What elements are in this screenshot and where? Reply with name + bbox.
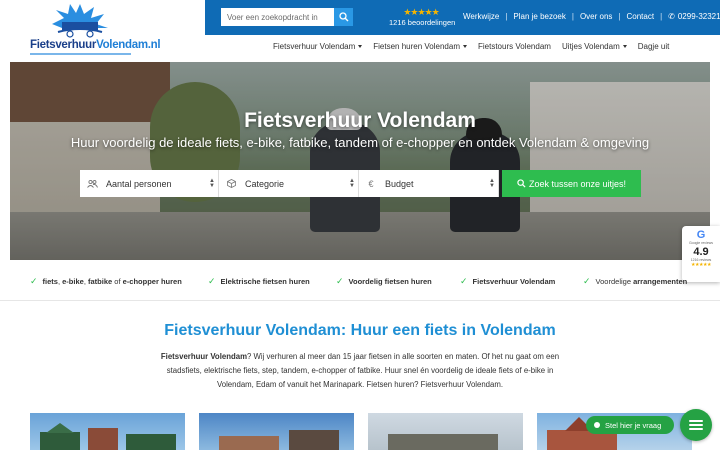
check-icon: ✓ [336,276,344,286]
select-aantal-personen[interactable]: Aantal personen ▲ ▼ [80,170,219,197]
cta-label: Zoek tussen onze uitjes! [528,178,627,189]
intro-text: Fietsverhuur Volendam? Wij verhuren al m… [150,350,570,392]
nav-label: Fietsen huren Volendam [373,42,460,51]
chat-open-button[interactable] [680,409,712,441]
select-budget[interactable]: € Budget ▲ ▼ [359,170,499,197]
filter-bar: Aantal personen ▲ ▼ Categorie ▲ ▼ € Budget… [80,170,499,197]
main-nav: Fietsverhuur Volendam Fietsen huren Vole… [273,42,680,51]
phone-icon: ✆ [668,12,675,21]
select-categorie[interactable]: Categorie ▲ ▼ [219,170,359,197]
rating-widget[interactable]: ★★★★★ 1216 beoordelingen [389,7,456,27]
logo[interactable]: FietsverhuurVolendam.nl [0,0,205,62]
card-house [40,432,80,450]
nav-label: Uitjes Volendam [561,42,620,51]
select-arrows-icon: ▲ ▼ [209,177,215,189]
nav-fietsverhuur-volendam[interactable]: Fietsverhuur Volendam [273,42,363,51]
nav-uitjes-volendam[interactable]: Uitjes Volendam [562,42,627,51]
box-icon [219,179,243,188]
google-logo-icon: G [696,229,706,241]
phone-link[interactable]: 0299-323217 [678,12,720,21]
chevron-down-icon [622,45,627,48]
search-input[interactable] [221,8,334,26]
logo-burst-icon [52,4,108,38]
card-house [126,434,176,450]
google-stars: ★★★★★ [691,262,711,268]
nav-label: Fietstours Volendam [478,42,551,51]
nav-fietstours-volendam[interactable]: Fietstours Volendam [478,42,551,51]
google-score: 4.9 [693,246,709,258]
usp-text: fiets, e-bike, fatbike of e-chopper hure… [42,277,182,286]
hero-image [10,62,710,260]
rating-stars: ★★★★★ [403,7,439,17]
intro-title: Fietsverhuur Volendam: Huur een fiets in… [164,322,556,339]
card-house [388,434,498,450]
usp-text: Fietsverhuur Volendam [472,277,556,286]
hero-subtitle: Huur voordelig de ideale fiets, e-bike, … [70,135,650,150]
nav-separator: | [660,12,663,21]
usp-text: Voordelig fietsen huren [348,277,432,286]
topnav-over-ons[interactable]: Over ons [580,12,612,21]
online-dot-icon [594,422,600,428]
chevron-down-icon [463,45,467,48]
check-icon: ✓ [208,276,216,286]
product-card-image[interactable] [30,413,185,450]
search-icon [338,12,348,22]
logo-underline [30,53,131,55]
logo-text-main: Fietsverhuur [30,39,97,51]
search-icon [517,179,526,188]
select-label: Budget [385,178,414,189]
intro-lead: Fietsverhuur Volendam [160,352,247,361]
usp-item: ✓ Elektrische fietsen huren [208,276,310,287]
top-nav: Werkwijze | Plan je bezoek | Over ons | … [463,12,720,21]
chat-bubble-icon [689,418,703,432]
nav-dagje-uit[interactable]: Dagje uit [638,42,670,51]
nav-separator: | [571,12,574,21]
usp-item: ✓ Voordelige arrangementen [583,276,687,287]
search-bar [221,8,353,26]
hero-title: Fietsverhuur Volendam [244,109,476,132]
usp-item: ✓ Voordelig fietsen huren [336,276,432,287]
product-card-image[interactable] [368,413,523,450]
chat-label: Stel hier je vraag [605,420,662,430]
logo-text: FietsverhuurVolendam.nl [30,39,161,51]
check-icon: ✓ [460,276,468,286]
nav-label: Fietsverhuur Volendam [273,42,356,51]
product-card-image[interactable] [199,413,354,450]
usp-text: Voordelige arrangementen [595,277,688,286]
usp-bar: ✓ fiets, e-bike, fatbike of e-chopper hu… [30,276,710,288]
topnav-contact[interactable]: Contact [627,12,655,21]
people-icon [80,179,104,188]
select-arrows-icon: ▲ ▼ [349,177,355,189]
select-label: Aantal personen [106,178,172,189]
nav-fietsen-huren-volendam[interactable]: Fietsen huren Volendam [373,42,467,51]
section-divider [0,300,720,301]
card-house [88,428,118,450]
usp-item: ✓ Fietsverhuur Volendam [460,276,555,287]
card-house [219,436,279,450]
usp-text: Elektrische fietsen huren [220,277,310,286]
euro-icon: € [368,178,374,189]
search-outings-button[interactable]: Zoek tussen onze uitjes! [502,170,641,197]
card-house [289,430,339,450]
select-arrows-icon: ▲ ▼ [489,177,495,189]
check-icon: ✓ [30,276,38,286]
hero-overlay [10,62,710,260]
logo-text-accent: Volendam.nl [96,39,161,51]
google-reviews-badge[interactable]: G Google reviews 4.9 1216 reviews ★★★★★ [682,226,720,282]
topnav-plan-je-bezoek[interactable]: Plan je bezoek [513,12,565,21]
card-roof [46,423,74,433]
chat-prompt-button[interactable]: Stel hier je vraag [586,416,674,434]
rating-count: 1216 beoordelingen [389,18,456,27]
search-button[interactable] [334,8,353,26]
topnav-werkwijze[interactable]: Werkwijze [463,12,499,21]
select-label: Categorie [245,178,285,189]
chevron-down-icon [358,45,363,48]
check-icon: ✓ [583,276,591,286]
nav-separator: | [618,12,621,21]
google-badge-label: Google reviews [688,241,714,245]
usp-item: ✓ fiets, e-bike, fatbike of e-chopper hu… [30,276,182,287]
nav-label: Dagje uit [637,42,670,51]
nav-separator: | [505,12,508,21]
